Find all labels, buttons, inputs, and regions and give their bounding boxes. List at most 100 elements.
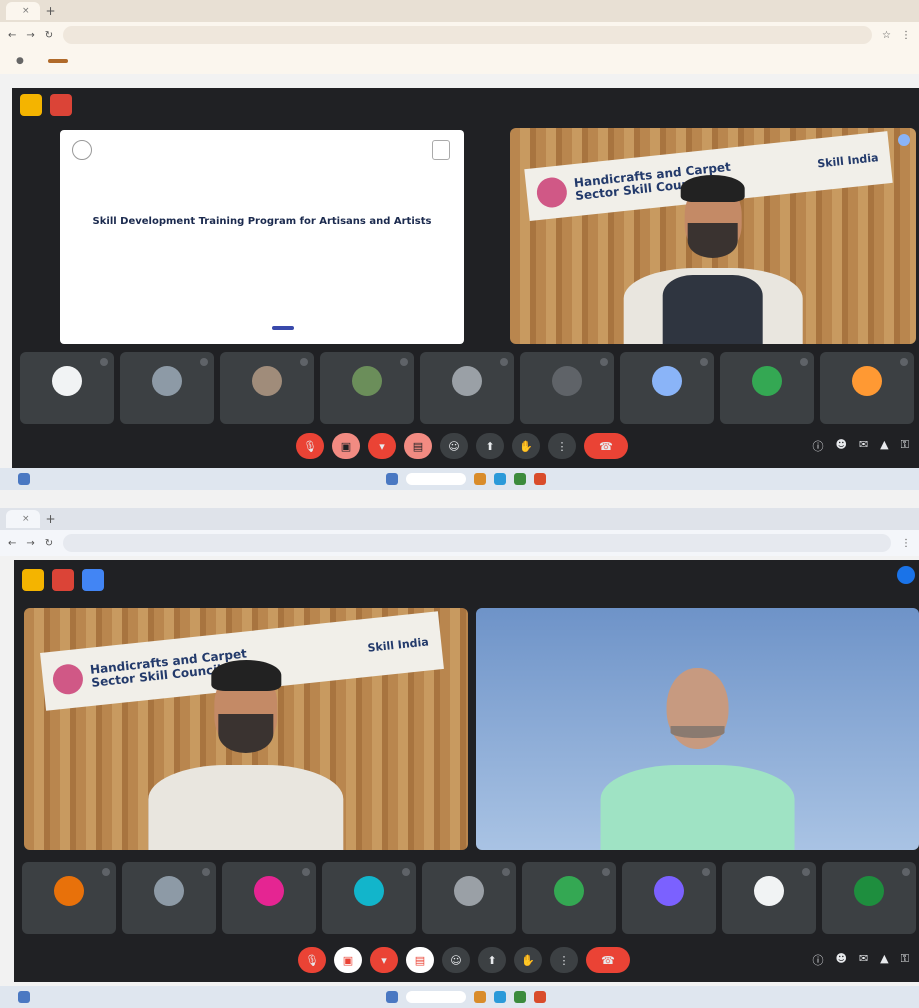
participant-tile[interactable] xyxy=(722,862,816,934)
lock-icon[interactable]: ⚿ xyxy=(901,438,909,454)
forward-icon[interactable]: → xyxy=(26,30,34,41)
slide-heading: Skill Development Training Program for A… xyxy=(92,216,432,227)
camera-menu-button[interactable]: ▾ xyxy=(368,433,396,459)
browser-tab[interactable]: × xyxy=(6,2,40,20)
more-options-button[interactable]: ⋮ xyxy=(548,433,576,459)
info-icon: ● xyxy=(16,56,24,66)
weather-icon[interactable] xyxy=(18,991,30,1003)
activities-icon[interactable]: ▲ xyxy=(880,438,888,454)
speaker-figure xyxy=(623,171,803,344)
participant-tile[interactable] xyxy=(822,862,916,934)
mic-icon: 🎙 xyxy=(305,953,319,967)
participant-avatar xyxy=(454,876,484,906)
close-tab-icon[interactable]: × xyxy=(22,6,30,16)
url-field[interactable] xyxy=(63,26,873,44)
reload-icon[interactable]: ↻ xyxy=(45,538,53,549)
participant-tile[interactable] xyxy=(522,862,616,934)
emoji-button[interactable]: ☺ xyxy=(442,947,470,973)
speaker-video-tile[interactable]: Handicrafts and Carpet Sector Skill Coun… xyxy=(510,128,916,344)
camera-toggle-button[interactable]: ▣ xyxy=(332,433,360,459)
app-icon-yellow[interactable] xyxy=(20,94,42,116)
participant-tile[interactable] xyxy=(222,862,316,934)
mic-icon: 🎙 xyxy=(303,439,317,453)
pin-icon[interactable] xyxy=(898,134,910,146)
end-call-button[interactable]: ☎ xyxy=(586,947,630,973)
weather-icon[interactable] xyxy=(18,473,30,485)
edge-copilot-icon[interactable] xyxy=(897,566,915,584)
reload-icon[interactable]: ↻ xyxy=(45,30,53,41)
mic-toggle-button[interactable]: 🎙 xyxy=(298,947,326,973)
chat-icon[interactable]: ✉ xyxy=(859,952,868,968)
people-icon[interactable]: ☻ xyxy=(835,438,846,454)
info-icon[interactable]: ⓘ xyxy=(812,952,823,968)
people-icon[interactable]: ☻ xyxy=(835,952,846,968)
speaker-video-tile-right[interactable] xyxy=(476,608,919,850)
participant-tile[interactable] xyxy=(420,352,514,424)
back-icon[interactable]: ← xyxy=(8,538,16,549)
taskbar-search[interactable] xyxy=(405,991,466,1003)
start-icon[interactable] xyxy=(385,991,398,1003)
muted-mic-icon xyxy=(902,868,910,876)
camera-toggle-button[interactable]: ▣ xyxy=(334,947,362,973)
hand-button[interactable]: ✋ xyxy=(514,947,542,973)
participant-tile[interactable] xyxy=(20,352,114,424)
participant-tile[interactable] xyxy=(620,352,714,424)
more-options-button[interactable]: ⋮ xyxy=(550,947,578,973)
files-icon[interactable] xyxy=(473,473,486,485)
end-call-button[interactable]: ☎ xyxy=(584,433,628,459)
taskbar-search[interactable] xyxy=(405,473,466,485)
participant-tile[interactable] xyxy=(720,352,814,424)
app-icon-blue[interactable] xyxy=(82,569,104,591)
info-icon[interactable]: ⓘ xyxy=(812,438,823,454)
captions-button[interactable]: ▤ xyxy=(404,433,432,459)
start-icon[interactable] xyxy=(385,473,398,485)
url-field[interactable] xyxy=(63,534,891,552)
app-icon-red[interactable] xyxy=(52,569,74,591)
forward-icon[interactable]: → xyxy=(26,538,34,549)
participant-tile[interactable] xyxy=(22,862,116,934)
camera-menu-button[interactable]: ▾ xyxy=(370,947,398,973)
participant-tile[interactable] xyxy=(122,862,216,934)
muted-mic-icon xyxy=(402,868,410,876)
present-button[interactable]: ⬆ xyxy=(476,433,504,459)
info-action-button[interactable] xyxy=(47,59,68,63)
app-icon-yellow[interactable] xyxy=(22,569,44,591)
participant-tile[interactable] xyxy=(520,352,614,424)
bookmark-icon[interactable]: ☆ xyxy=(882,30,891,41)
muted-mic-icon xyxy=(900,358,908,366)
edge-icon[interactable] xyxy=(493,473,506,485)
participant-tile[interactable] xyxy=(322,862,416,934)
files-icon[interactable] xyxy=(473,991,486,1003)
app-icon[interactable] xyxy=(513,991,526,1003)
mic-toggle-button[interactable]: 🎙 xyxy=(296,433,324,459)
app-icon-red[interactable] xyxy=(50,94,72,116)
extensions-icon[interactable]: ⋮ xyxy=(901,30,911,41)
end-call-icon: ☎ xyxy=(599,439,613,453)
emblem-icon xyxy=(72,140,92,160)
app-icon[interactable] xyxy=(513,473,526,485)
lock-icon[interactable]: ⚿ xyxy=(901,952,909,968)
chat-icon[interactable]: ✉ xyxy=(859,438,868,454)
emoji-button[interactable]: ☺ xyxy=(440,433,468,459)
extensions-icon[interactable]: ⋮ xyxy=(901,538,911,549)
edge-icon[interactable] xyxy=(493,991,506,1003)
back-icon[interactable]: ← xyxy=(8,30,16,41)
participant-tile[interactable] xyxy=(622,862,716,934)
activities-icon[interactable]: ▲ xyxy=(880,952,888,968)
participant-tile[interactable] xyxy=(220,352,314,424)
hand-button[interactable]: ✋ xyxy=(512,433,540,459)
os-taskbar xyxy=(0,986,919,1008)
captions-button[interactable]: ▤ xyxy=(406,947,434,973)
participant-tile[interactable] xyxy=(120,352,214,424)
speaker-video-tile-left[interactable]: Handicrafts and Carpet Sector Skill Coun… xyxy=(24,608,468,850)
close-tab-icon[interactable]: × xyxy=(22,514,30,524)
participant-tile[interactable] xyxy=(320,352,414,424)
new-tab-icon[interactable]: + xyxy=(46,4,56,18)
present-button[interactable]: ⬆ xyxy=(478,947,506,973)
participant-tile[interactable] xyxy=(820,352,914,424)
participant-tile[interactable] xyxy=(422,862,516,934)
chrome-icon[interactable] xyxy=(533,991,546,1003)
browser-tab[interactable]: × xyxy=(6,510,40,528)
chrome-icon[interactable] xyxy=(533,473,546,485)
new-tab-icon[interactable]: + xyxy=(46,512,56,526)
